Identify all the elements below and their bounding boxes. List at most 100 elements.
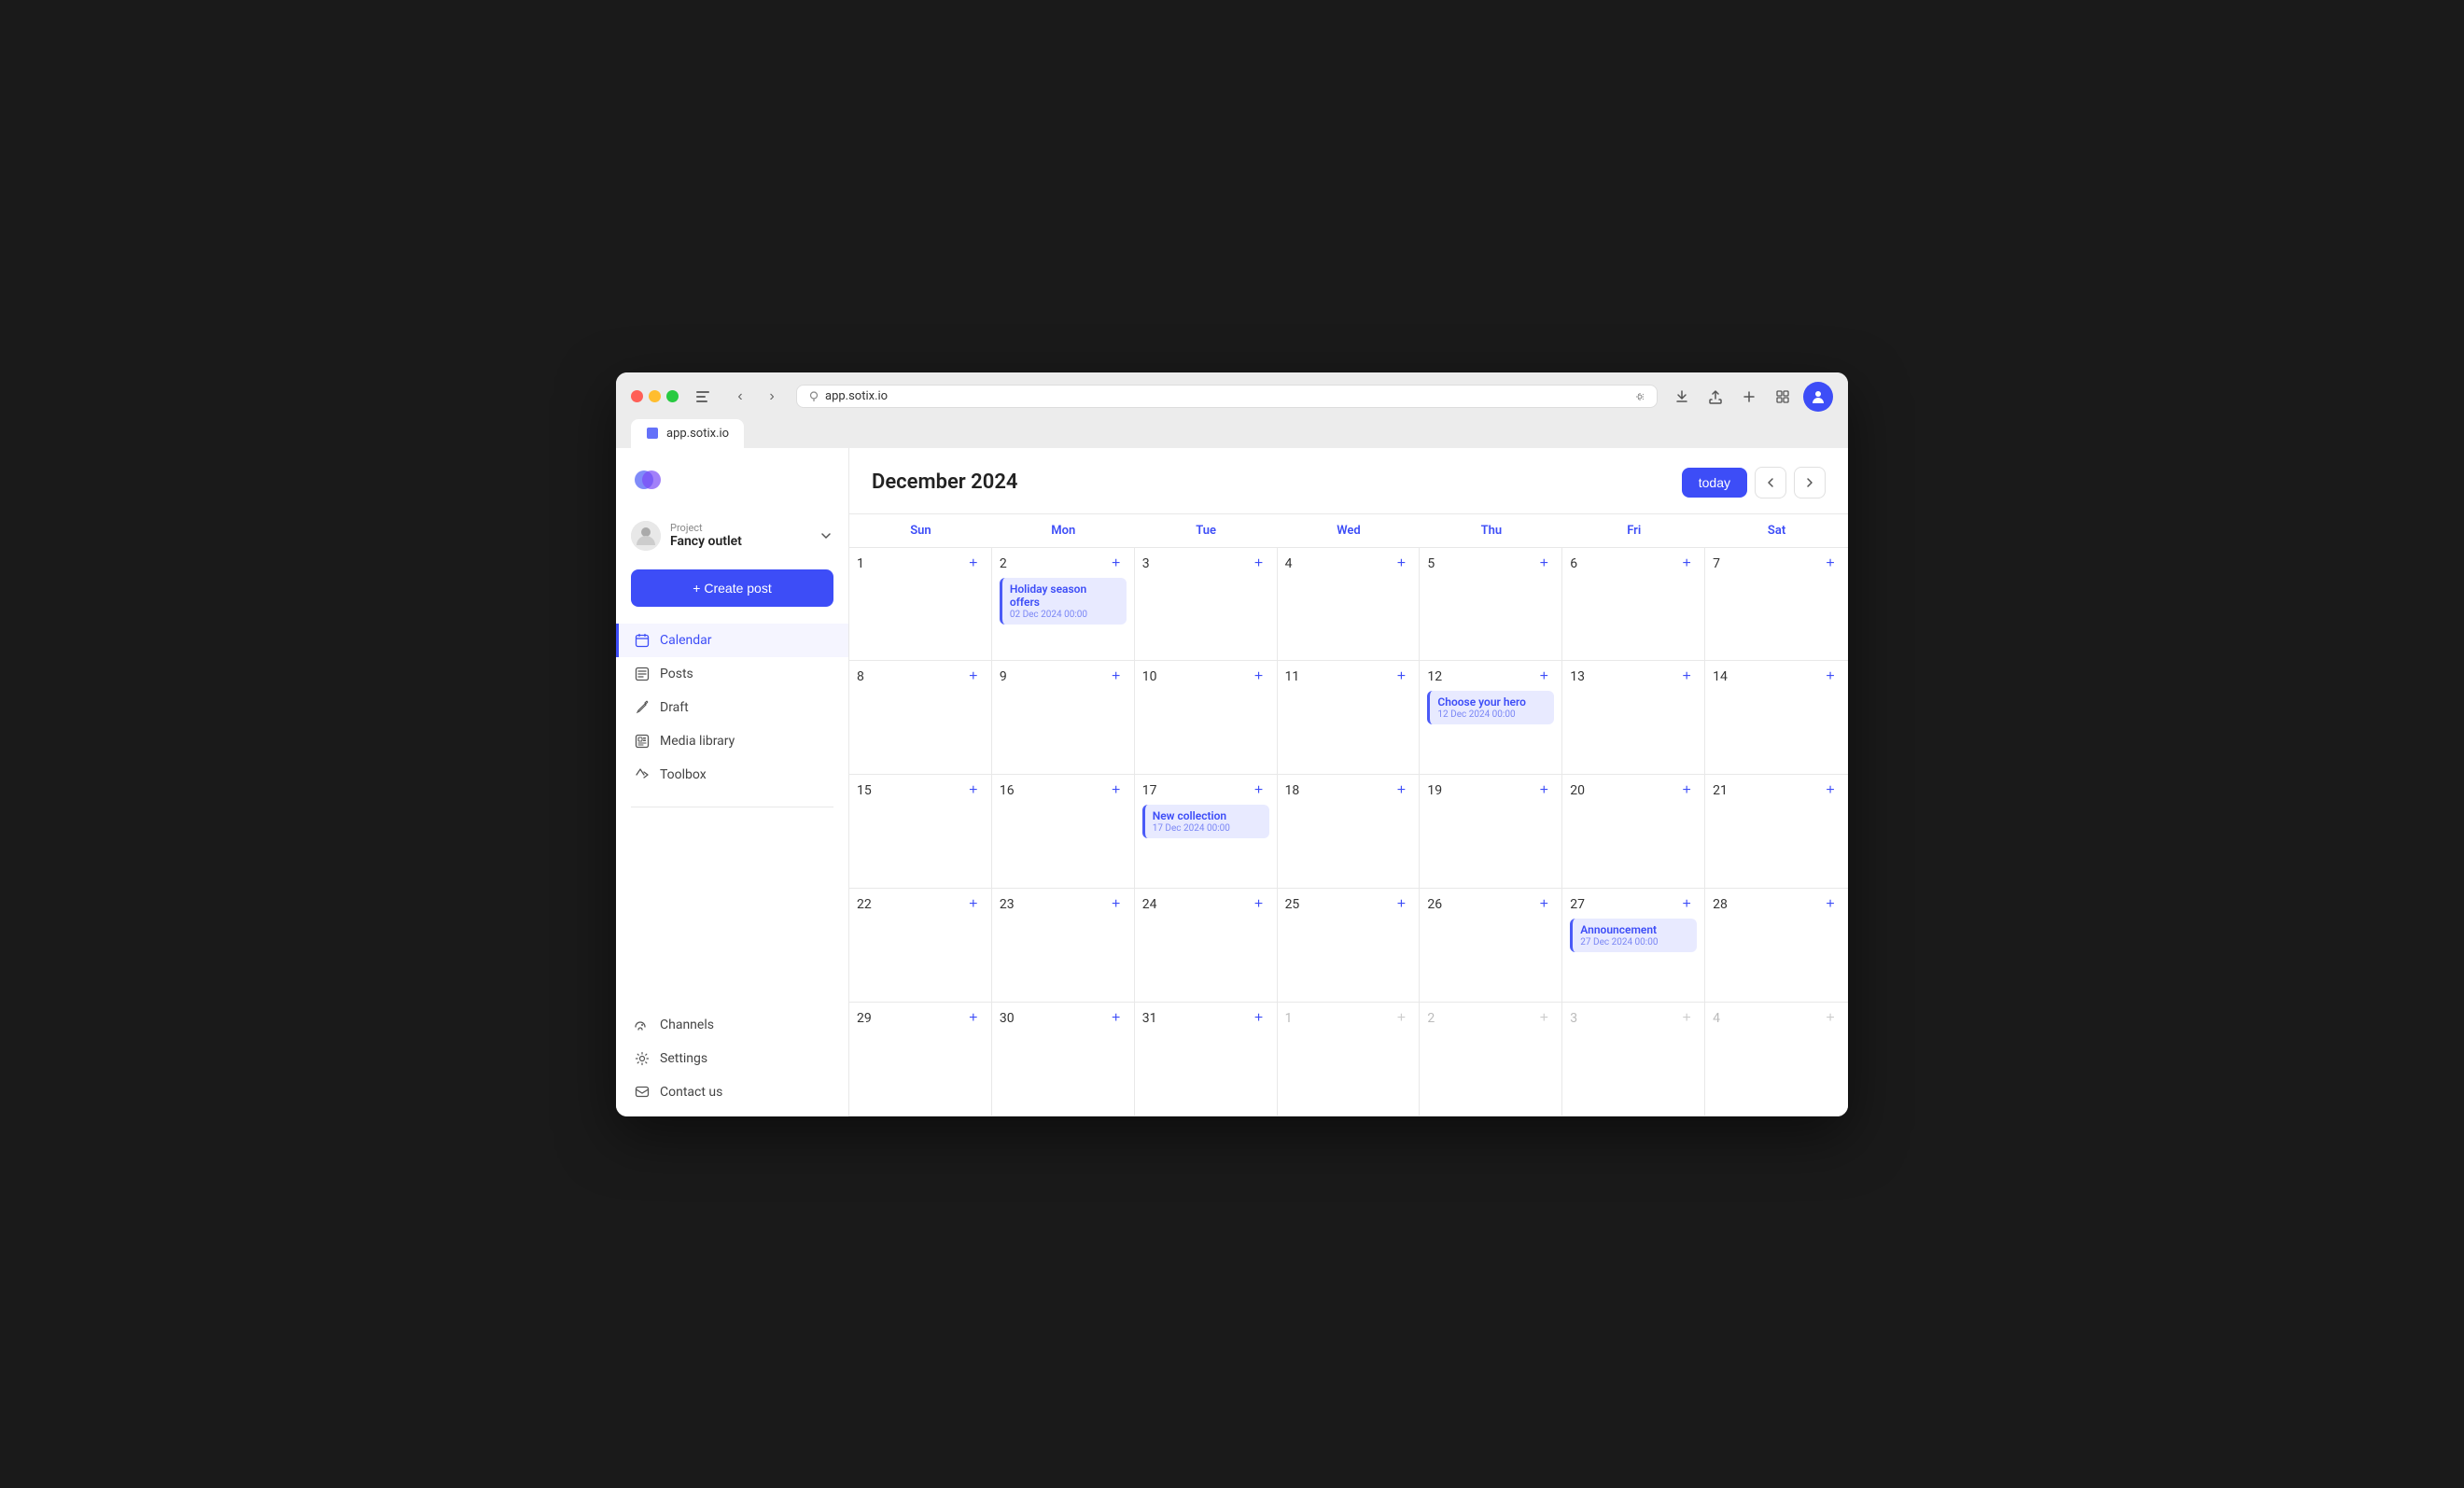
cell-date: 2 — [1000, 556, 1007, 571]
cell-add-button[interactable]: + — [1249, 667, 1269, 687]
cell-add-button[interactable]: + — [1391, 780, 1411, 801]
cell-date: 17 — [1142, 783, 1157, 798]
project-name: Fancy outlet — [670, 534, 809, 549]
create-post-button[interactable]: + Create post — [631, 569, 833, 607]
cell-header: 3+ — [1142, 554, 1269, 574]
maximize-traffic-light[interactable] — [666, 390, 679, 402]
sidebar-item-contact-us[interactable]: Contact us — [616, 1075, 848, 1109]
event-card[interactable]: New collection17 Dec 2024 00:00 — [1142, 805, 1269, 838]
download-icon[interactable] — [1669, 384, 1695, 410]
calendar-header: December 2024 today — [849, 448, 1848, 514]
sidebar-item-draft[interactable]: Draft — [616, 691, 848, 724]
cell-date: 14 — [1713, 669, 1728, 684]
calendar-cell: 3+ — [1562, 1003, 1705, 1116]
cell-date: 9 — [1000, 669, 1007, 684]
cell-add-button[interactable]: + — [1106, 1008, 1127, 1029]
cell-add-button[interactable]: + — [1676, 780, 1697, 801]
prev-month-button[interactable] — [1755, 467, 1786, 498]
cell-add-button[interactable]: + — [1106, 894, 1127, 915]
cell-header: 1+ — [1285, 1008, 1412, 1029]
cell-add-button[interactable]: + — [1820, 780, 1841, 801]
cell-add-button[interactable]: + — [1106, 780, 1127, 801]
cell-add-button[interactable]: + — [1533, 667, 1554, 687]
sidebar-item-settings[interactable]: Settings — [616, 1042, 848, 1075]
cell-add-button[interactable]: + — [963, 894, 984, 915]
cell-add-button[interactable]: + — [1106, 554, 1127, 574]
sidebar-toggle-icon[interactable] — [690, 384, 716, 410]
cell-add-button[interactable]: + — [963, 1008, 984, 1029]
today-button[interactable]: today — [1682, 468, 1747, 498]
forward-button[interactable]: › — [759, 384, 785, 410]
cell-header: 19+ — [1427, 780, 1554, 801]
project-selector[interactable]: Project Fancy outlet — [616, 512, 848, 560]
day-header-mon: Mon — [992, 514, 1135, 547]
cell-header: 25 + — [1285, 894, 1412, 915]
minimize-traffic-light[interactable] — [649, 390, 661, 402]
event-time: 12 Dec 2024 00:00 — [1437, 709, 1547, 720]
event-card[interactable]: Announcement27 Dec 2024 00:00 — [1570, 919, 1697, 952]
event-title: Holiday season offers — [1010, 583, 1119, 609]
channels-icon — [634, 1017, 651, 1033]
cell-add-button[interactable]: + — [1249, 780, 1269, 801]
cell-add-button[interactable]: + — [1249, 554, 1269, 574]
cell-add-button[interactable]: + — [963, 667, 984, 687]
user-avatar[interactable] — [1803, 382, 1833, 412]
tab-grid-icon[interactable] — [1770, 384, 1796, 410]
cell-add-button[interactable]: + — [1391, 667, 1411, 687]
cell-add-button[interactable]: + — [1533, 554, 1554, 574]
event-card[interactable]: Holiday season offers02 Dec 2024 00:00 — [1000, 578, 1127, 625]
cell-add-button[interactable]: + — [1249, 1008, 1269, 1029]
cell-add-button[interactable]: + — [1533, 780, 1554, 801]
calendar-cell: 16 + — [992, 775, 1135, 889]
calendar-cell: 4+ — [1705, 1003, 1848, 1116]
new-tab-icon[interactable] — [1736, 384, 1762, 410]
calendar-cell: 28+ — [1705, 889, 1848, 1003]
sidebar-item-posts[interactable]: Posts — [616, 657, 848, 691]
cell-header: 8+ — [857, 667, 984, 687]
cell-add-button[interactable]: + — [1820, 1008, 1841, 1029]
next-month-button[interactable] — [1794, 467, 1826, 498]
back-button[interactable]: ‹ — [727, 384, 753, 410]
cell-add-button[interactable]: + — [1676, 667, 1697, 687]
cell-add-button[interactable]: + — [1676, 1008, 1697, 1029]
sidebar-item-media-library[interactable]: Media library — [616, 724, 848, 758]
sidebar-item-channels[interactable]: Channels — [616, 1008, 848, 1042]
cell-add-button[interactable]: + — [1533, 894, 1554, 915]
cell-header: 28+ — [1713, 894, 1841, 915]
cell-date: 3 — [1570, 1011, 1577, 1026]
cell-add-button[interactable]: + — [1676, 554, 1697, 574]
cell-header: 21+ — [1713, 780, 1841, 801]
cell-date: 25 — [1285, 897, 1300, 912]
active-tab[interactable]: app.sotix.io — [631, 419, 744, 448]
cell-add-button[interactable]: + — [963, 780, 984, 801]
address-bar[interactable]: app.sotix.io — [796, 385, 1658, 408]
cell-add-button[interactable]: + — [1391, 894, 1411, 915]
cell-add-button[interactable]: + — [1249, 894, 1269, 915]
calendar-cell: 2 + Holiday season offers02 Dec 2024 00:00 — [992, 548, 1135, 662]
cell-header: 5+ — [1427, 554, 1554, 574]
browser-nav: ‹ › — [727, 384, 785, 410]
cell-header: 23+ — [1000, 894, 1127, 915]
cell-add-button[interactable]: + — [1820, 554, 1841, 574]
cell-date: 16 — [1000, 783, 1015, 798]
cell-add-button[interactable]: + — [1106, 667, 1127, 687]
event-title: New collection — [1153, 809, 1262, 822]
share-icon[interactable] — [1702, 384, 1729, 410]
cell-date: 11 — [1285, 669, 1300, 684]
nav-section-bottom: Channels Settings — [616, 1001, 848, 1116]
sidebar-item-calendar[interactable]: Calendar — [616, 624, 848, 657]
cell-add-button[interactable]: + — [1391, 554, 1411, 574]
cell-add-button[interactable]: + — [1391, 1008, 1411, 1029]
cell-header: 18+ — [1285, 780, 1412, 801]
cell-add-button[interactable]: + — [1820, 667, 1841, 687]
event-card[interactable]: Choose your hero12 Dec 2024 00:00 — [1427, 691, 1554, 724]
event-time: 17 Dec 2024 00:00 — [1153, 823, 1262, 834]
cell-add-button[interactable]: + — [963, 554, 984, 574]
close-traffic-light[interactable] — [631, 390, 643, 402]
cell-add-button[interactable]: + — [1676, 894, 1697, 915]
cell-add-button[interactable]: + — [1820, 894, 1841, 915]
cell-add-button[interactable]: + — [1533, 1008, 1554, 1029]
sidebar-item-toolbox[interactable]: Toolbox — [616, 758, 848, 792]
cell-header: 13+ — [1570, 667, 1697, 687]
toolbox-icon — [634, 766, 651, 783]
